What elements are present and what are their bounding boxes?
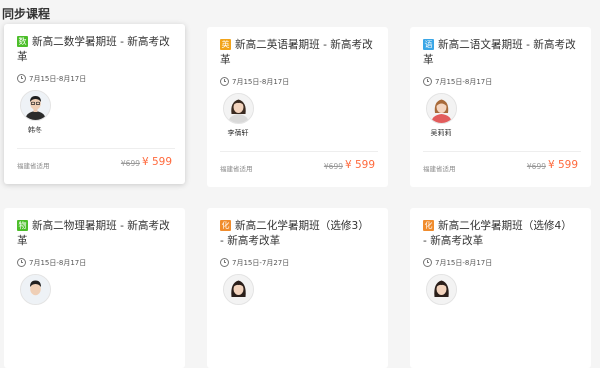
course-title-text: 新高二物理暑期班 - 新高考改革 bbox=[17, 220, 170, 247]
course-title[interactable]: 数新高二数学暑期班 - 新高考改革 bbox=[17, 35, 173, 65]
teacher-avatar-female-icon bbox=[426, 275, 456, 304]
teacher[interactable]: 李蒨轩 bbox=[221, 93, 255, 138]
course-card-english[interactable]: 英新高二英语暑期班 - 新高考改革 7月15日-8月17日 李蒨轩 福建省适用 … bbox=[207, 27, 388, 187]
teacher-avatar[interactable] bbox=[425, 93, 457, 124]
sale-price: ¥ 599 bbox=[344, 159, 375, 171]
region-label: 福建省适用 bbox=[423, 165, 456, 173]
sale-price: ¥ 599 bbox=[547, 159, 578, 171]
course-card-chemistry-4[interactable]: 化新高二化学暑期班（选修4） - 新高考改革 7月15日-8月17日 bbox=[410, 208, 591, 368]
clock-icon bbox=[423, 77, 432, 86]
teacher-avatar[interactable] bbox=[425, 274, 457, 305]
teacher-avatar-female-icon bbox=[223, 275, 253, 304]
course-title[interactable]: 语新高二语文暑期班 - 新高考改革 bbox=[423, 38, 579, 68]
sale-price: ¥ 599 bbox=[141, 156, 172, 168]
course-title-text: 新高二语文暑期班 - 新高考改革 bbox=[423, 39, 576, 66]
clock-icon bbox=[423, 258, 432, 267]
teacher-avatar-female-icon bbox=[223, 94, 253, 123]
date-row: 7月15日-8月17日 bbox=[220, 77, 289, 87]
course-title[interactable]: 英新高二英语暑期班 - 新高考改革 bbox=[220, 38, 376, 68]
teacher-avatar[interactable] bbox=[19, 274, 51, 305]
original-price: ¥699 bbox=[526, 162, 546, 171]
teacher-avatar-male-icon bbox=[20, 91, 50, 120]
course-title[interactable]: 化新高二化学暑期班（选修4） - 新高考改革 bbox=[423, 219, 579, 249]
course-date: 7月15日-8月17日 bbox=[435, 78, 493, 86]
course-card-chemistry-3[interactable]: 化新高二化学暑期班（选修3） - 新高考改革 7月15日-7月27日 bbox=[207, 208, 388, 368]
clock-icon bbox=[220, 258, 229, 267]
card-divider bbox=[423, 151, 581, 152]
clock-icon bbox=[17, 74, 26, 83]
teacher[interactable]: 韩冬 bbox=[18, 90, 52, 135]
course-card-math[interactable]: 数新高二数学暑期班 - 新高考改革 7月15日-8月17日 韩冬 福建省适用 ¥… bbox=[4, 24, 185, 184]
course-title-text: 新高二化学暑期班（选修4） - 新高考改革 bbox=[423, 220, 572, 247]
teacher-name: 吴莉莉 bbox=[430, 129, 452, 137]
original-price: ¥699 bbox=[323, 162, 343, 171]
course-card-chinese[interactable]: 语新高二语文暑期班 - 新高考改革 7月15日-8月17日 吴莉莉 福建省适用 … bbox=[410, 27, 591, 187]
region-label: 福建省适用 bbox=[220, 165, 253, 173]
chinese-subject-icon: 语 bbox=[423, 39, 434, 50]
teacher-avatar-female-icon bbox=[426, 94, 456, 123]
clock-icon bbox=[17, 258, 26, 267]
course-title-text: 新高二数学暑期班 - 新高考改革 bbox=[17, 36, 170, 63]
course-date: 7月15日-8月17日 bbox=[29, 75, 87, 83]
chemistry-subject-icon: 化 bbox=[220, 220, 231, 231]
date-row: 7月15日-8月17日 bbox=[17, 74, 86, 84]
date-row: 7月15日-8月17日 bbox=[17, 258, 86, 268]
course-title[interactable]: 化新高二化学暑期班（选修3） - 新高考改革 bbox=[220, 219, 376, 249]
english-subject-icon: 英 bbox=[220, 39, 231, 50]
teacher-avatar[interactable] bbox=[222, 93, 254, 124]
teacher-name: 李蒨轩 bbox=[227, 129, 249, 137]
course-date: 7月15日-8月17日 bbox=[232, 78, 290, 86]
teacher[interactable]: 吴莉莉 bbox=[424, 93, 458, 138]
course-title-text: 新高二化学暑期班（选修3） - 新高考改革 bbox=[220, 220, 369, 247]
original-price: ¥699 bbox=[120, 159, 140, 168]
course-card-physics[interactable]: 物新高二物理暑期班 - 新高考改革 7月15日-8月17日 bbox=[4, 208, 185, 368]
course-title[interactable]: 物新高二物理暑期班 - 新高考改革 bbox=[17, 219, 173, 249]
teacher[interactable] bbox=[424, 274, 458, 305]
math-subject-icon: 数 bbox=[17, 36, 28, 47]
card-divider bbox=[220, 151, 378, 152]
date-row: 7月15日-7月27日 bbox=[220, 258, 289, 268]
course-date: 7月15日-7月27日 bbox=[232, 259, 290, 267]
course-grid: 数新高二数学暑期班 - 新高考改革 7月15日-8月17日 韩冬 福建省适用 ¥… bbox=[0, 0, 600, 368]
teacher-name: 韩冬 bbox=[28, 126, 42, 134]
teacher-avatar[interactable] bbox=[222, 274, 254, 305]
region-label: 福建省适用 bbox=[17, 162, 50, 170]
teacher-avatar-male-icon bbox=[20, 275, 50, 304]
date-row: 7月15日-8月17日 bbox=[423, 77, 492, 87]
physics-subject-icon: 物 bbox=[17, 220, 28, 231]
course-title-text: 新高二英语暑期班 - 新高考改革 bbox=[220, 39, 373, 66]
course-date: 7月15日-8月17日 bbox=[29, 259, 87, 267]
teacher[interactable] bbox=[221, 274, 255, 305]
date-row: 7月15日-8月17日 bbox=[423, 258, 492, 268]
card-divider bbox=[17, 148, 175, 149]
teacher-avatar[interactable] bbox=[19, 90, 51, 121]
course-date: 7月15日-8月17日 bbox=[435, 259, 493, 267]
clock-icon bbox=[220, 77, 229, 86]
chemistry-subject-icon: 化 bbox=[423, 220, 434, 231]
teacher[interactable] bbox=[18, 274, 52, 305]
